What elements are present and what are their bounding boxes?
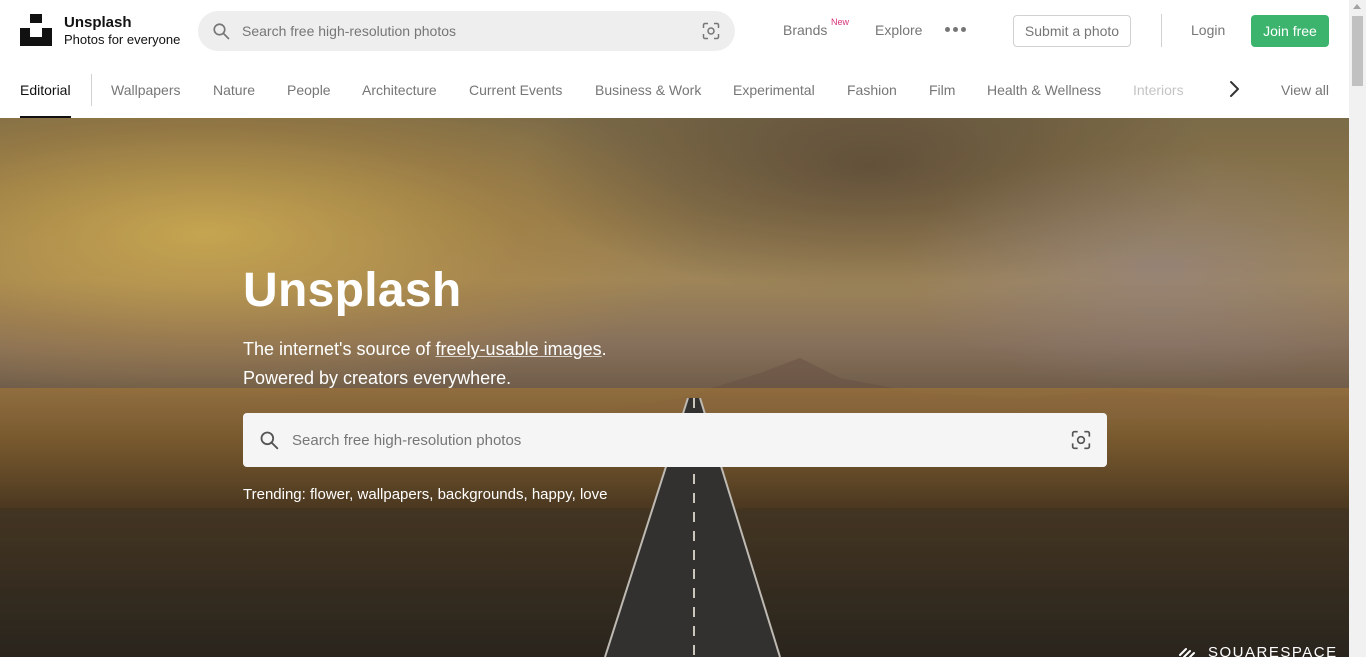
- new-badge: New: [831, 17, 850, 27]
- topic-wallpapers[interactable]: Wallpapers: [111, 82, 181, 98]
- brand-tagline: Photos for everyone: [64, 32, 181, 47]
- hero-title: Unsplash: [243, 264, 462, 317]
- hero-subtitle-line2: Powered by creators everywhere.: [243, 368, 512, 388]
- visual-search-icon[interactable]: [1071, 430, 1091, 450]
- scrollbar-thumb[interactable]: [1352, 16, 1363, 86]
- topic-interiors[interactable]: Interiors: [1133, 82, 1184, 98]
- header-divider: [1161, 14, 1162, 47]
- search-icon[interactable]: [259, 430, 279, 450]
- trending-label: Trending:: [243, 486, 306, 503]
- hero-search-bar[interactable]: [243, 413, 1107, 467]
- topic-architecture[interactable]: Architecture: [362, 82, 437, 98]
- topic-people[interactable]: People: [287, 82, 331, 98]
- sponsor-name: SQUARESPACE: [1208, 644, 1338, 657]
- hero-shade: [0, 118, 1349, 657]
- more-dots-icon[interactable]: [945, 26, 967, 34]
- trending-link-wallpapers[interactable]: wallpapers: [358, 486, 430, 503]
- header-search-bar[interactable]: [198, 11, 735, 51]
- search-icon[interactable]: [212, 22, 230, 40]
- squarespace-sponsor[interactable]: SQUARESPACE: [1178, 644, 1338, 657]
- page-scrollbar[interactable]: [1349, 0, 1366, 657]
- login-link[interactable]: Login: [1191, 22, 1225, 38]
- topic-editorial[interactable]: Editorial: [20, 82, 71, 98]
- trending-link-backgrounds[interactable]: backgrounds: [438, 486, 524, 503]
- trending-link-happy[interactable]: happy: [532, 486, 572, 503]
- scroll-up-arrow[interactable]: [1353, 4, 1361, 9]
- nav-explore-link[interactable]: Explore: [875, 22, 922, 38]
- squarespace-logo-icon: [1179, 648, 1195, 657]
- topic-film[interactable]: Film: [929, 82, 955, 98]
- hero-subtitle-prefix: The internet's source of: [243, 339, 436, 359]
- topic-current-events[interactable]: Current Events: [469, 82, 562, 98]
- top-header: Unsplash Photos for everyone Brands New …: [0, 0, 1349, 62]
- brand-name: Unsplash: [64, 14, 132, 31]
- freely-usable-images-link[interactable]: freely-usable images: [436, 339, 602, 359]
- trending-row: Trending: flower, wallpapers, background…: [243, 486, 608, 503]
- hero-subtitle: The internet's source of freely-usable i…: [243, 335, 607, 393]
- topics-nav: Editorial Wallpapers Nature People Archi…: [0, 62, 1349, 118]
- topic-nature[interactable]: Nature: [213, 82, 255, 98]
- hero-subtitle-suffix: .: [601, 339, 607, 359]
- view-all-link[interactable]: View all: [1281, 82, 1329, 98]
- unsplash-logo-icon[interactable]: [20, 14, 52, 46]
- submit-photo-button[interactable]: Submit a photo: [1013, 15, 1131, 47]
- nav-brands-link[interactable]: Brands: [783, 22, 827, 38]
- hero-section: Unsplash The internet's source of freely…: [0, 118, 1349, 657]
- chevron-right-icon[interactable]: [1224, 79, 1244, 99]
- join-free-button[interactable]: Join free: [1251, 15, 1329, 47]
- topic-fashion[interactable]: Fashion: [847, 82, 897, 98]
- topic-business-work[interactable]: Business & Work: [595, 82, 701, 98]
- trending-link-flower[interactable]: flower: [310, 486, 349, 503]
- topic-health-wellness[interactable]: Health & Wellness: [987, 82, 1101, 98]
- hero-search-input[interactable]: [292, 413, 1052, 467]
- header-search-input[interactable]: [242, 11, 682, 51]
- trending-link-love[interactable]: love: [580, 486, 608, 503]
- visual-search-icon[interactable]: [702, 22, 720, 40]
- topics-divider: [91, 74, 92, 106]
- brand-block[interactable]: Unsplash Photos for everyone: [64, 14, 180, 48]
- topic-experimental[interactable]: Experimental: [733, 82, 815, 98]
